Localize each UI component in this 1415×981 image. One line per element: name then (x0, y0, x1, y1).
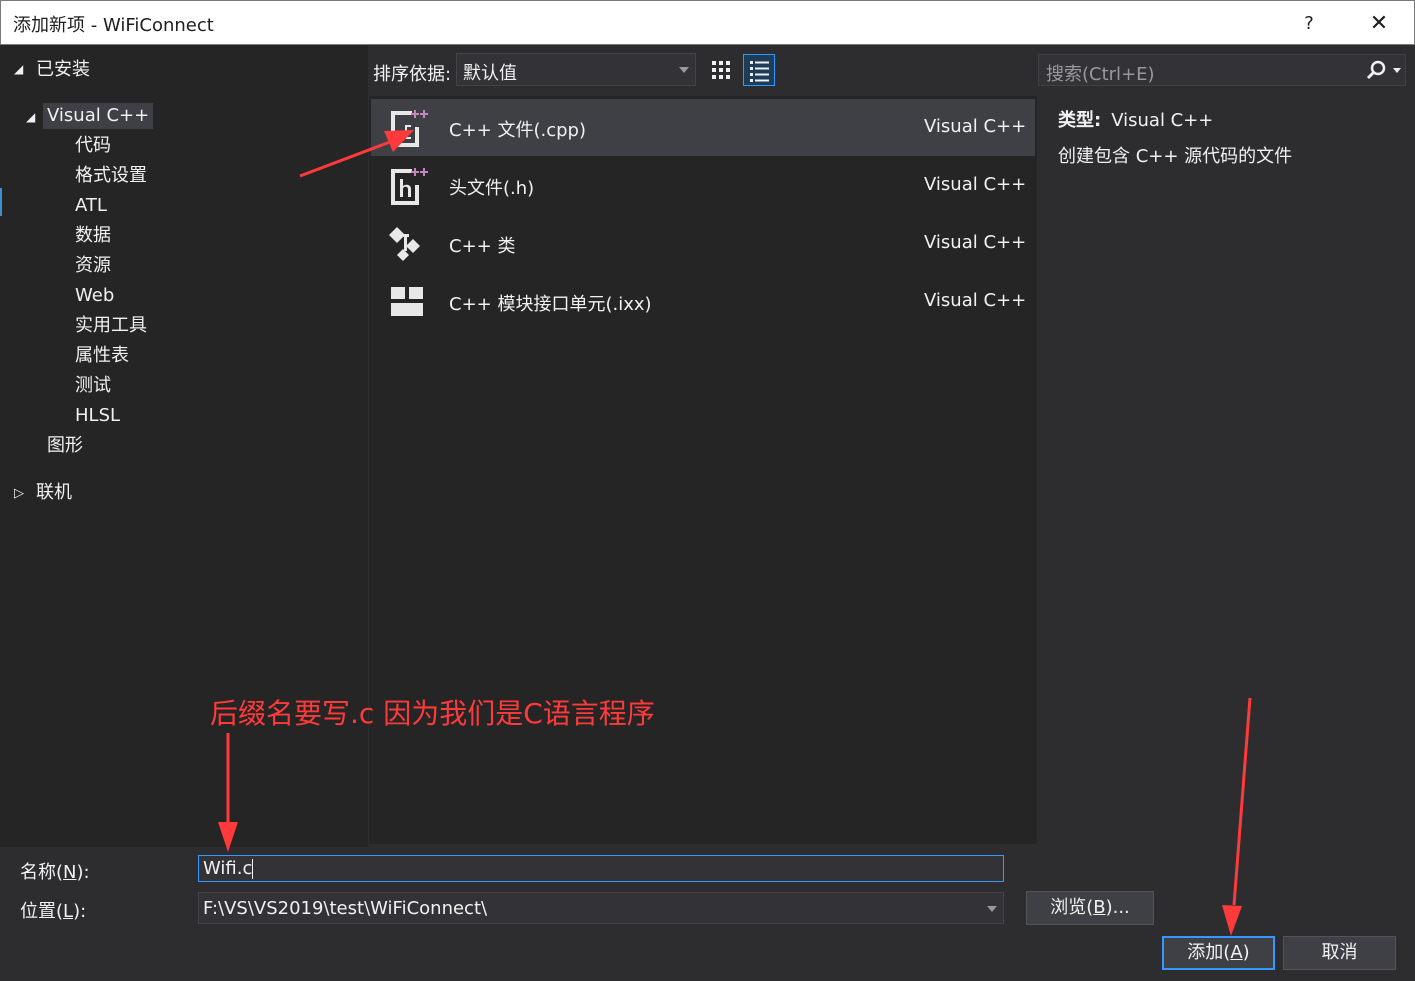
item-name: C++ 类 (449, 236, 516, 257)
sort-value: 默认值 (463, 63, 517, 84)
annotation-text: 后缀名要写.c 因为我们是C语言程序 (210, 697, 655, 730)
tree-node-atl[interactable]: ATL (75, 193, 107, 219)
item-name: 头文件(.h) (449, 178, 535, 199)
tree-node-hlsl[interactable]: HLSL (75, 403, 120, 429)
search-icon[interactable] (1365, 60, 1387, 82)
tree-node-online[interactable]: 联机 (36, 480, 72, 506)
item-name: C++ 文件(.cpp) (449, 120, 586, 141)
cpp-file-icon (391, 110, 428, 147)
name-value: Wifi.c (203, 858, 253, 879)
tree-node-utility[interactable]: 实用工具 (75, 313, 147, 339)
name-input[interactable]: Wifi.c (198, 855, 1004, 882)
close-button[interactable]: ✕ (1357, 7, 1401, 41)
title-bar: 添加新项 - WiFiConnect ? ✕ (0, 0, 1415, 45)
search-placeholder: 搜索(Ctrl+E) (1046, 64, 1155, 85)
grid-view-icon (712, 61, 730, 79)
browse-button[interactable]: 浏览(B)... (1026, 891, 1154, 925)
list-view-button[interactable] (743, 54, 775, 86)
details-type-value: Visual C++ (1111, 110, 1214, 131)
item-category: Visual C++ (924, 174, 1027, 195)
sort-label: 排序依据: (373, 64, 452, 85)
header-file-icon (391, 168, 428, 205)
collapsed-triangle-icon[interactable]: ▷ (14, 486, 24, 501)
tree-node-formatting[interactable]: 格式设置 (75, 163, 147, 189)
item-category: Visual C++ (924, 116, 1027, 137)
search-options-chevron-icon[interactable] (1393, 68, 1401, 73)
name-label: 名称(N): (20, 862, 90, 883)
tree-node-property-sheets[interactable]: 属性表 (75, 343, 129, 369)
list-view-icon (750, 61, 769, 82)
list-item-module-interface[interactable]: C++ 模块接口单元(.ixx) Visual C++ (371, 273, 1035, 330)
tree-node-data[interactable]: 数据 (75, 223, 111, 249)
small-icons-view-button[interactable] (705, 54, 737, 86)
text-cursor (252, 859, 254, 879)
expanded-triangle-icon[interactable]: ◢ (14, 62, 23, 76)
details-description: 创建包含 C++ 源代码的文件 (1058, 146, 1293, 167)
location-value: F:\VS\VS2019\test\WiFiConnect\ (203, 898, 488, 919)
item-category: Visual C++ (924, 290, 1027, 311)
details-type: 类型: Visual C++ (1058, 106, 1213, 132)
tree-node-code[interactable]: 代码 (75, 133, 111, 159)
sort-dropdown[interactable]: 默认值 (456, 53, 696, 86)
list-item-cpp-file[interactable]: C++ 文件(.cpp) Visual C++ (371, 99, 1035, 156)
expanded-triangle-icon[interactable]: ◢ (26, 110, 35, 124)
chevron-down-icon (987, 906, 997, 912)
location-dropdown[interactable]: F:\VS\VS2019\test\WiFiConnect\ (198, 892, 1004, 924)
location-label: 位置(L): (20, 901, 87, 922)
list-item-cpp-class[interactable]: C++ 类 Visual C++ (371, 215, 1035, 272)
tree-node-web[interactable]: Web (75, 283, 114, 309)
window-title: 添加新项 - WiFiConnect (13, 15, 214, 36)
tree-node-resource[interactable]: 资源 (75, 253, 111, 279)
tree-node-visual-cpp[interactable]: Visual C++ (43, 103, 154, 129)
list-item-header-file[interactable]: 头文件(.h) Visual C++ (371, 157, 1035, 214)
add-button[interactable]: 添加(A) (1162, 936, 1275, 970)
item-name: C++ 模块接口单元(.ixx) (449, 294, 652, 315)
cancel-button[interactable]: 取消 (1283, 936, 1396, 970)
cpp-class-icon (389, 227, 420, 261)
tree-node-test[interactable]: 测试 (75, 373, 111, 399)
tree-node-graphics[interactable]: 图形 (47, 433, 83, 459)
help-button[interactable]: ? (1291, 9, 1327, 39)
module-interface-icon (391, 287, 423, 316)
tree-focus-edge (0, 188, 2, 216)
search-box[interactable]: 搜索(Ctrl+E) (1038, 54, 1406, 86)
chevron-down-icon (679, 67, 689, 73)
item-category: Visual C++ (924, 232, 1027, 253)
details-type-label: 类型: (1058, 110, 1102, 131)
tree-node-installed[interactable]: 已安装 (36, 57, 90, 83)
